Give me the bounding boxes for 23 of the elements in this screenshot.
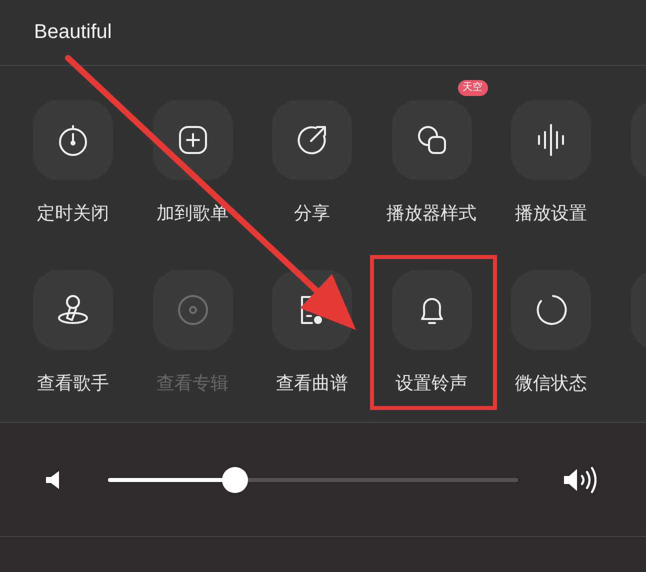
action-label: 设置铃声 bbox=[396, 372, 468, 395]
action-tile[interactable] bbox=[33, 270, 113, 350]
action-label: 播放器样式 bbox=[386, 202, 476, 225]
action-tile[interactable] bbox=[272, 100, 352, 180]
action-label: 定时关闭 bbox=[37, 202, 109, 225]
action-tile[interactable] bbox=[511, 100, 591, 180]
action-tile[interactable] bbox=[392, 270, 472, 350]
volume-slider[interactable] bbox=[108, 466, 518, 492]
speaker-loud-icon bbox=[563, 466, 599, 494]
action-label: 查看歌手 bbox=[37, 372, 109, 395]
badge: 天空 bbox=[458, 80, 488, 96]
volume-thumb[interactable] bbox=[222, 466, 248, 492]
action-tile[interactable] bbox=[511, 270, 591, 350]
action-label: 播放设置 bbox=[515, 202, 587, 225]
action-label: 分享 bbox=[294, 202, 330, 225]
speaker-low-icon bbox=[45, 470, 61, 490]
action-tile[interactable] bbox=[152, 100, 232, 180]
action-label: 加到歌单 bbox=[156, 202, 228, 225]
action-tile[interactable] bbox=[152, 270, 232, 350]
action-label: 查看曲谱 bbox=[276, 372, 348, 395]
action-tile[interactable] bbox=[33, 100, 113, 180]
song-title: Beautiful bbox=[34, 21, 112, 44]
action-label: 微信状态 bbox=[515, 372, 587, 395]
